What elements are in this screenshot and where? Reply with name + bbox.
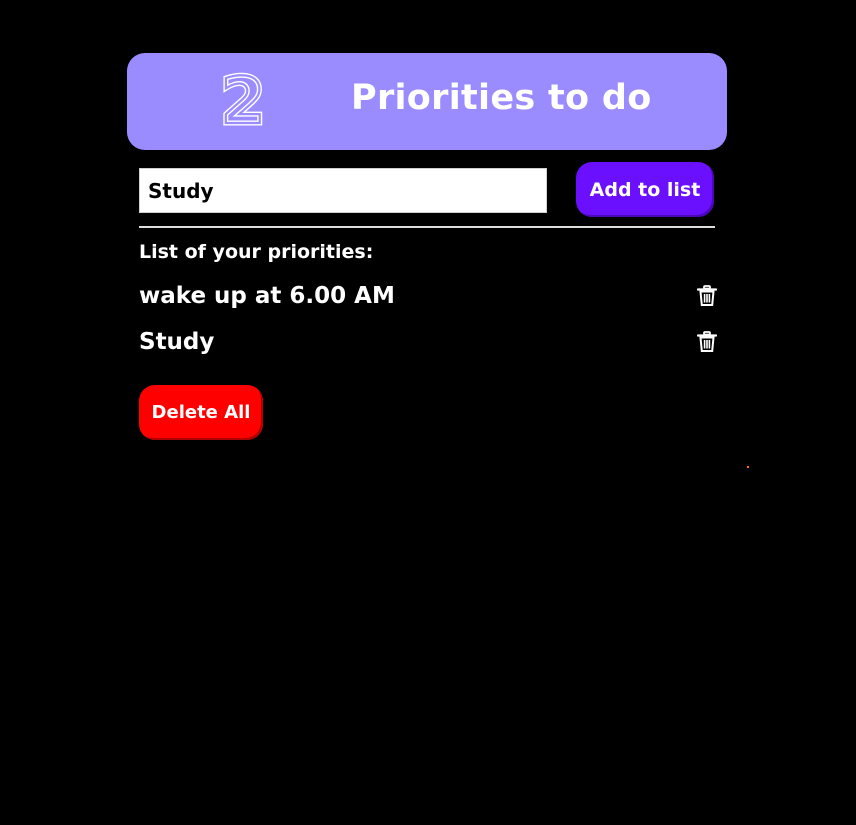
- priority-count-inline: 2: [221, 65, 266, 131]
- add-to-list-button[interactable]: Add to list: [576, 162, 714, 217]
- list-heading: List of your priorities:: [139, 241, 374, 263]
- delete-all-button[interactable]: Delete All: [139, 385, 263, 440]
- priority-count: 2 2: [213, 65, 273, 131]
- todo-app: 2 2 Priorities to do Add to list List of…: [0, 0, 856, 825]
- priority-list: wake up at 6.00 AM Study: [139, 280, 719, 372]
- trash-icon[interactable]: [697, 285, 717, 307]
- divider: [139, 226, 715, 228]
- page-title: Priorities to do: [351, 78, 652, 118]
- decorative-speck: [747, 466, 749, 468]
- list-item-text: Study: [139, 329, 215, 355]
- trash-icon[interactable]: [697, 331, 717, 353]
- header-banner: 2 2 Priorities to do: [127, 53, 727, 150]
- priority-input[interactable]: [139, 168, 547, 213]
- list-item-text: wake up at 6.00 AM: [139, 283, 395, 309]
- list-item: Study: [139, 326, 719, 372]
- list-item: wake up at 6.00 AM: [139, 280, 719, 326]
